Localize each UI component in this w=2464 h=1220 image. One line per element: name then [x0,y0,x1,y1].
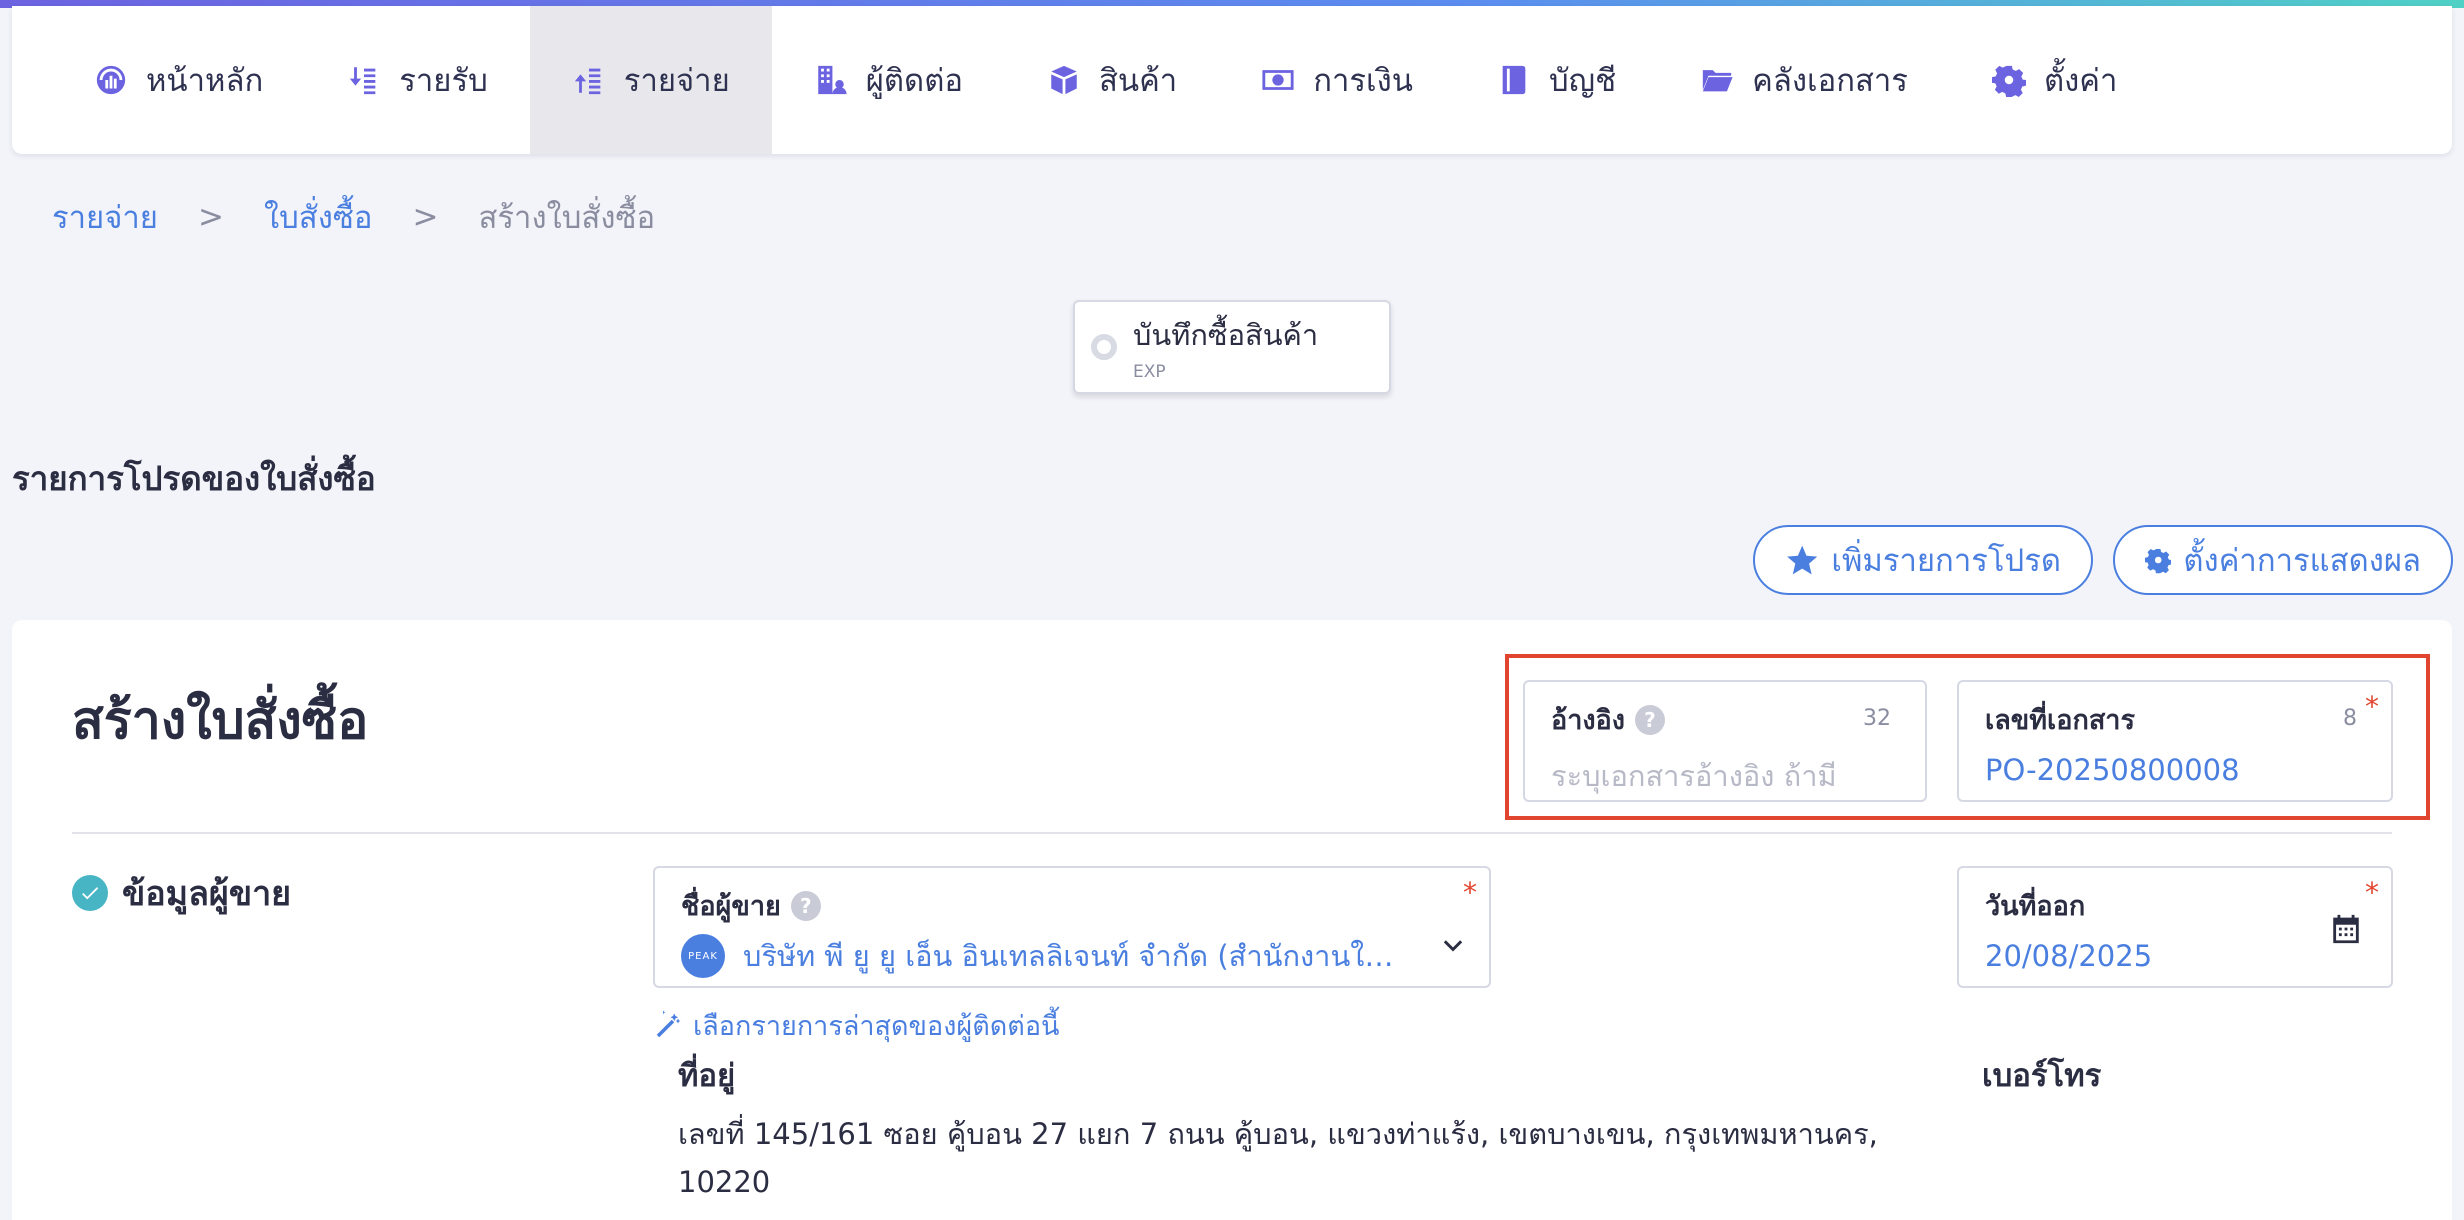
nav-item-accounting[interactable]: บัญชี [1455,6,1658,154]
character-limit: 8 [2343,706,2357,731]
seller-label: ชื่อผู้ขาย [681,891,781,922]
select-latest-label: เลือกรายการล่าสุดของผู้ติดต่อนี้ [693,1011,1060,1042]
breadcrumb-current: สร้างใบสั่งซื้อ [478,200,656,236]
breadcrumb-expense-link[interactable]: รายจ่าย [52,192,158,242]
nav-label: ตั้งค่า [2043,63,2118,99]
reference-input[interactable]: ระบุเอกสารอ้างอิง ถ้ามี [1551,753,1899,799]
nav-label: คลังเอกสาร [1752,63,1908,99]
nav-item-finance[interactable]: การเงิน [1219,6,1455,154]
nav-item-contacts[interactable]: ผู้ติดต่อ [772,6,1005,154]
chevron-down-icon[interactable] [1439,932,1467,960]
nav-item-products[interactable]: สินค้า [1005,6,1219,154]
document-number-field[interactable]: เลขที่เอกสาร 8 * PO-20250800008 [1957,680,2393,802]
breadcrumb-separator: > [412,199,439,235]
page-title: สร้างใบสั่งซื้อ [72,691,369,751]
nav-label: หน้าหลัก [146,63,264,99]
select-latest-link[interactable]: เลือกรายการล่าสุดของผู้ติดต่อนี้ [653,1004,1060,1047]
main-navbar: หน้าหลัก รายรับ รายจ่าย ผู้ติดต่อ สินค้า… [12,6,2452,154]
document-number-input[interactable]: PO-20250800008 [1985,753,2365,787]
help-icon[interactable]: ? [790,890,821,921]
purchase-order-form: สร้างใบสั่งซื้อ อ้างอิง ? 32 ระบุเอกสารอ… [12,620,2452,1220]
nav-label: รายจ่าย [623,63,730,99]
income-icon [350,67,376,95]
gear-icon [1991,65,2026,97]
nav-item-dashboard[interactable]: หน้าหลัก [52,6,305,154]
seller-section-heading: ข้อมูลผู้ขาย [72,866,291,920]
add-favorite-button[interactable]: เพิ่มรายการโปรด [1753,525,2093,595]
breadcrumb: รายจ่าย > ใบสั่งซื้อ > สร้างใบสั่งซื้อ [52,192,655,242]
address-label: ที่อยู่ [678,1058,736,1094]
display-settings-button[interactable]: ตั้งค่าการแสดงผล [2113,525,2453,595]
document-number-label: เลขที่เอกสาร [1985,705,2135,736]
seller-logo: PEAK [681,934,725,978]
divider [72,832,2392,834]
nav-item-settings[interactable]: ตั้งค่า [1950,6,2159,154]
nav-item-documents[interactable]: คลังเอกสาร [1658,6,1950,154]
reference-field[interactable]: อ้างอิง ? 32 ระบุเอกสารอ้างอิง ถ้ามี [1523,680,1927,802]
nav-label: ผู้ติดต่อ [865,63,963,99]
folder-icon [1702,70,1733,92]
nav-label: การเงิน [1313,63,1413,99]
magic-wand-icon [656,1010,681,1037]
issue-date-input[interactable]: 20/08/2025 [1985,939,2365,973]
dashboard-icon [96,65,126,95]
nav-label: สินค้า [1098,63,1178,99]
radio-button[interactable] [1091,334,1117,360]
seller-select[interactable]: ชื่อผู้ขาย ? * PEAK บริษัท พี ยู ยู เอ็น… [653,866,1491,988]
star-icon [1787,545,1818,575]
required-marker: * [1463,876,1477,909]
seller-section-title: ข้อมูลผู้ขาย [122,874,292,914]
required-marker: * [2365,690,2379,723]
issue-date-field[interactable]: วันที่ออก * 20/08/2025 [1957,866,2393,988]
nav-item-income[interactable]: รายรับ [305,6,530,154]
display-settings-label: ตั้งค่าการแสดงผล [2183,543,2421,578]
required-marker: * [2365,876,2379,909]
favorites-heading: รายการโปรดของใบสั่งซื้อ [12,459,376,498]
gear-icon [2145,548,2172,574]
address-text: เลขที่ 145/161 ซอย คู้บอน 27 แยก 7 ถนน ค… [678,1117,1878,1199]
nav-item-expense[interactable]: รายจ่าย [529,6,772,154]
breadcrumb-separator: > [197,199,224,235]
box-icon [1051,65,1077,95]
document-type-option[interactable]: บันทึกซื้อสินค้า EXP [1073,300,1391,394]
breadcrumb-purchase-order-link[interactable]: ใบสั่งซื้อ [264,192,373,242]
contacts-icon [818,65,847,95]
document-type-title: บันทึกซื้อสินค้า [1133,318,1319,352]
ledger-icon [1502,65,1526,95]
calendar-icon[interactable] [2329,912,2363,946]
issue-date-label: วันที่ออก [1985,891,2086,922]
nav-label: บัญชี [1548,63,1617,99]
phone-label: เบอร์โทร [1982,1058,2102,1094]
check-circle-icon [72,875,108,911]
reference-label: อ้างอิง [1551,705,1625,736]
document-type-code: EXP [1133,362,1166,382]
money-icon [1262,70,1294,90]
expense-icon [574,68,601,95]
add-favorite-label: เพิ่มรายการโปรด [1831,543,2061,578]
seller-name-value: บริษัท พี ยู ยู เอ็น อินเทลลิเจนท์ จำกัด… [743,939,1403,973]
nav-label: รายรับ [399,63,488,99]
help-icon[interactable]: ? [1634,704,1665,735]
character-limit: 32 [1863,706,1891,731]
